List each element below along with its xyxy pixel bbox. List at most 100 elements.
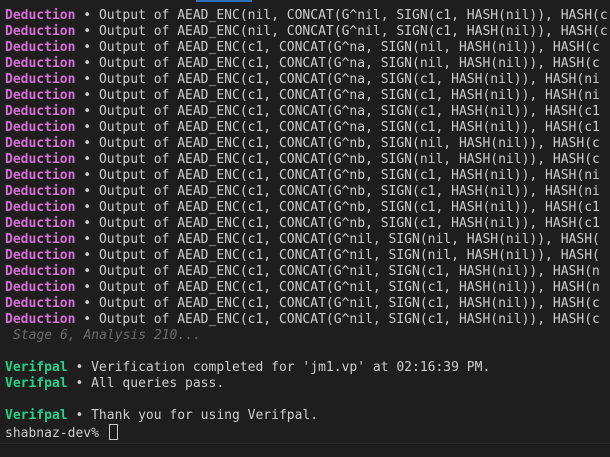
deduction-text: Output of AEAD_ENC(c1, CONCAT(G^nb, SIGN… [98,184,600,199]
shell-prompt-line[interactable]: shabnaz-dev% [5,424,118,441]
deduction-line: Deduction • Output of AEAD_ENC(c1, CONCA… [5,136,610,152]
separator: • [75,24,99,39]
verifpal-label: Verifpal [5,408,68,423]
deduction-label: Deduction [5,296,76,311]
deduction-label: Deduction [5,184,76,199]
terminal-bottom-border [0,443,610,444]
deduction-text: Output of AEAD_ENC(c1, CONCAT(G^na, SIGN… [98,104,600,119]
deduction-text: Output of AEAD_ENC(c1, CONCAT(G^nil, SIG… [98,296,600,311]
deduction-line: Deduction • Output of AEAD_ENC(c1, CONCA… [5,72,610,88]
deduction-text: Output of AEAD_ENC(c1, CONCAT(G^nb, SIGN… [98,152,600,167]
deduction-label: Deduction [5,8,76,23]
deduction-text: Output of AEAD_ENC(c1, CONCAT(G^nil, SIG… [98,264,600,279]
separator: • [75,104,99,119]
separator: • [75,8,99,23]
deduction-label: Deduction [5,200,76,215]
deduction-line: Deduction • Output of AEAD_ENC(c1, CONCA… [5,264,610,280]
deduction-label: Deduction [5,168,76,183]
deduction-label: Deduction [5,56,76,71]
deduction-text: Output of AEAD_ENC(c1, CONCAT(G^nb, SIGN… [98,168,600,183]
deduction-line: Deduction • Output of AEAD_ENC(c1, CONCA… [5,184,610,200]
deduction-line: Deduction • Output of AEAD_ENC(c1, CONCA… [5,296,610,312]
separator: • [67,408,92,423]
deduction-label: Deduction [5,24,76,39]
deduction-line: Deduction • Output of AEAD_ENC(c1, CONCA… [5,232,610,248]
stage-status: Stage 6, Analysis 210... [13,328,201,343]
deduction-text: Output of AEAD_ENC(c1, CONCAT(G^nb, SIGN… [98,216,600,231]
deduction-label: Deduction [5,232,76,247]
deduction-lines: Deduction • Output of AEAD_ENC(nil, CONC… [5,8,610,328]
separator: • [75,120,99,135]
deduction-label: Deduction [5,120,76,135]
separator: • [67,376,92,391]
separator: • [75,184,99,199]
deduction-label: Deduction [5,248,76,263]
deduction-line: Deduction • Output of AEAD_ENC(c1, CONCA… [5,152,610,168]
separator: • [75,312,99,327]
deduction-line: Deduction • Output of AEAD_ENC(c1, CONCA… [5,248,610,264]
separator: • [75,296,99,311]
deduction-text: Output of AEAD_ENC(c1, CONCAT(G^nil, SIG… [98,248,600,263]
deduction-label: Deduction [5,216,76,231]
separator: • [75,40,99,55]
deduction-line: Deduction • Output of AEAD_ENC(nil, CONC… [5,8,610,24]
separator: • [67,360,92,375]
separator: • [75,248,99,263]
separator: • [75,280,99,295]
deduction-text: Output of AEAD_ENC(c1, CONCAT(G^na, SIGN… [98,120,600,135]
deduction-line: Deduction • Output of AEAD_ENC(c1, CONCA… [5,168,610,184]
deduction-line: Deduction • Output of AEAD_ENC(c1, CONCA… [5,200,610,216]
deduction-line: Deduction • Output of AEAD_ENC(c1, CONCA… [5,280,610,296]
deduction-label: Deduction [5,264,76,279]
deduction-line: Deduction • Output of AEAD_ENC(c1, CONCA… [5,216,610,232]
deduction-text: Output of AEAD_ENC(c1, CONCAT(G^nil, SIG… [98,280,600,295]
deduction-label: Deduction [5,88,76,103]
queries-pass-line: Verifpal • All queries pass. [5,376,610,392]
separator: • [75,216,99,231]
thank-you-text: Thank you for using Verifpal. [91,408,319,423]
separator: • [75,264,99,279]
terminal-output: Deduction • Output of AEAD_ENC(nil, CONC… [5,8,610,424]
deduction-line: Deduction • Output of AEAD_ENC(c1, CONCA… [5,312,610,328]
deduction-line: Deduction • Output of AEAD_ENC(c1, CONCA… [5,56,610,72]
deduction-text: Output of AEAD_ENC(c1, CONCAT(G^na, SIGN… [98,56,600,71]
deduction-text: Output of AEAD_ENC(c1, CONCAT(G^na, SIGN… [98,40,600,55]
verification-completed-line: Verifpal • Verification completed for 'j… [5,360,610,376]
separator: • [75,200,99,215]
deduction-text: Output of AEAD_ENC(nil, CONCAT(G^nil, SI… [98,24,608,39]
separator: • [75,232,99,247]
verification-completed-text: Verification completed for 'jm1.vp' at 0… [91,360,491,375]
separator: • [75,88,99,103]
separator: • [75,136,99,151]
separator: • [75,168,99,183]
deduction-label: Deduction [5,136,76,151]
deduction-label: Deduction [5,152,76,167]
queries-pass-text: All queries pass. [91,376,225,391]
separator: • [75,56,99,71]
deduction-text: Output of AEAD_ENC(c1, CONCAT(G^nb, SIGN… [98,200,600,215]
deduction-line: Deduction • Output of AEAD_ENC(c1, CONCA… [5,120,610,136]
thank-you-line: Verifpal • Thank you for using Verifpal. [5,408,610,424]
deduction-text: Output of AEAD_ENC(c1, CONCAT(G^nil, SIG… [98,312,600,327]
deduction-line: Deduction • Output of AEAD_ENC(c1, CONCA… [5,104,610,120]
deduction-line: Deduction • Output of AEAD_ENC(nil, CONC… [5,24,610,40]
deduction-text: Output of AEAD_ENC(c1, CONCAT(G^nb, SIGN… [98,136,600,151]
deduction-text: Output of AEAD_ENC(nil, CONCAT(G^nil, SI… [98,8,608,23]
deduction-label: Deduction [5,280,76,295]
deduction-line: Deduction • Output of AEAD_ENC(c1, CONCA… [5,40,610,56]
active-tab-indicator [196,0,252,2]
deduction-label: Deduction [5,312,76,327]
deduction-text: Output of AEAD_ENC(c1, CONCAT(G^na, SIGN… [98,88,600,103]
terminal-window[interactable]: Deduction • Output of AEAD_ENC(nil, CONC… [0,0,610,457]
deduction-label: Deduction [5,104,76,119]
deduction-label: Deduction [5,40,76,55]
deduction-text: Output of AEAD_ENC(c1, CONCAT(G^na, SIGN… [98,72,600,87]
shell-prompt: shabnaz-dev% [5,426,107,441]
verifpal-label: Verifpal [5,376,68,391]
cursor-block[interactable] [108,424,118,440]
deduction-text: Output of AEAD_ENC(c1, CONCAT(G^nil, SIG… [98,232,600,247]
deduction-line: Deduction • Output of AEAD_ENC(c1, CONCA… [5,88,610,104]
separator: • [75,152,99,167]
